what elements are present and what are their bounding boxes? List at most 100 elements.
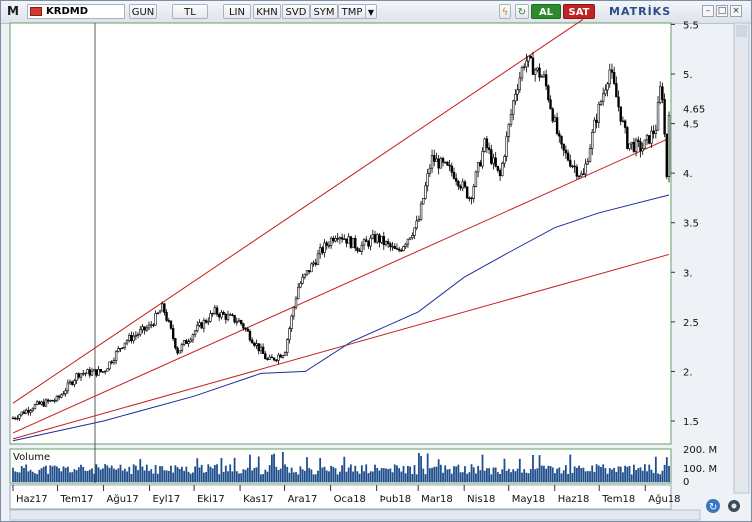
candle-body bbox=[29, 410, 32, 413]
candle-body bbox=[82, 373, 85, 375]
volume-bar bbox=[341, 465, 343, 482]
candle-body bbox=[297, 286, 300, 300]
candle-body bbox=[555, 117, 559, 134]
candle-body bbox=[424, 185, 427, 199]
gear-icon[interactable] bbox=[728, 500, 740, 512]
candle-body bbox=[226, 314, 230, 320]
candle-body bbox=[88, 369, 91, 376]
volume-bar bbox=[257, 456, 260, 482]
candle-body bbox=[362, 239, 366, 246]
horizontal-scrollbar[interactable] bbox=[9, 509, 701, 521]
volume-bar bbox=[128, 466, 131, 482]
candle-body bbox=[288, 328, 291, 340]
volume-bar bbox=[238, 473, 240, 482]
candle-body bbox=[255, 343, 258, 346]
candle-body bbox=[147, 324, 151, 329]
volume-bar bbox=[246, 467, 249, 482]
volume-bar bbox=[650, 469, 653, 482]
volume-bar bbox=[260, 474, 262, 482]
time-tick-label: Ara17 bbox=[288, 494, 318, 505]
candle-body bbox=[365, 239, 368, 242]
volume-bar bbox=[347, 467, 350, 482]
volume-bar bbox=[648, 464, 651, 482]
candle-body bbox=[11, 417, 15, 420]
candle-body bbox=[323, 242, 326, 254]
candle-body bbox=[167, 320, 170, 322]
candle-body bbox=[250, 339, 254, 344]
candle-body bbox=[160, 303, 164, 312]
volume-bar bbox=[457, 464, 460, 482]
volume-bar bbox=[200, 464, 203, 482]
volume-bar bbox=[34, 473, 36, 482]
candle-body bbox=[292, 307, 296, 317]
candle-body bbox=[661, 86, 664, 100]
price-chart[interactable]: 1.5 2. 2.5 3. 3.5 4. 4.5 5. 5.5 4.65 200. M 100. M… bbox=[1, 1, 751, 521]
candle-body bbox=[637, 139, 640, 142]
volume-bar bbox=[617, 466, 620, 482]
volume-bar bbox=[288, 472, 291, 482]
volume-bar bbox=[167, 470, 170, 482]
settings-icon[interactable]: ↻ bbox=[706, 499, 720, 513]
volume-bar bbox=[161, 466, 164, 482]
volume-bar bbox=[292, 472, 295, 482]
volume-bar bbox=[339, 471, 341, 482]
candle-body bbox=[51, 399, 54, 402]
volume-bar bbox=[461, 472, 464, 482]
volume-bar bbox=[176, 467, 179, 482]
candle-body bbox=[522, 66, 526, 68]
candle-body bbox=[465, 186, 469, 199]
candle-body bbox=[294, 298, 298, 308]
volume-bar bbox=[586, 471, 589, 482]
price-axis: 1.5 2. 2.5 3. 3.5 4. 4.5 5. 5.5 4.65 bbox=[671, 20, 705, 428]
vertical-scrollbar[interactable] bbox=[733, 22, 750, 494]
volume-bar bbox=[141, 466, 144, 482]
candle-body bbox=[31, 408, 34, 411]
volume-bar bbox=[192, 472, 194, 482]
candle-body bbox=[588, 148, 592, 162]
candle bbox=[501, 161, 504, 177]
candle-body bbox=[536, 67, 539, 71]
candle bbox=[419, 200, 423, 221]
candle-body bbox=[268, 356, 271, 360]
candle-body bbox=[95, 369, 98, 376]
volume-bar bbox=[253, 467, 256, 482]
volume-bar bbox=[330, 465, 333, 482]
volume-bar bbox=[490, 474, 493, 482]
candle-body bbox=[591, 131, 594, 149]
volume-bar bbox=[317, 470, 319, 482]
candle-body bbox=[639, 141, 642, 152]
volume-bar bbox=[470, 464, 473, 482]
candle-body bbox=[571, 165, 574, 168]
candle-body bbox=[446, 161, 449, 166]
volume-bar bbox=[606, 473, 609, 482]
candle-body bbox=[259, 346, 263, 352]
volume-bar bbox=[251, 470, 254, 482]
candle-body bbox=[404, 243, 407, 247]
candle-body bbox=[490, 149, 493, 164]
candle-body bbox=[582, 173, 585, 176]
volume-bar bbox=[523, 469, 526, 482]
candle-body bbox=[66, 382, 70, 392]
volume-bar bbox=[268, 465, 271, 482]
candle bbox=[33, 403, 37, 410]
volume-bar bbox=[321, 467, 324, 482]
candle-body bbox=[659, 86, 662, 103]
candle-body bbox=[422, 198, 425, 205]
volume-bar bbox=[218, 474, 221, 482]
candle bbox=[465, 186, 469, 200]
volume-bar bbox=[411, 473, 414, 482]
scroll-up-icon[interactable] bbox=[736, 25, 747, 37]
candle-body bbox=[22, 411, 26, 414]
volume-bar bbox=[150, 469, 153, 482]
candle-body bbox=[261, 346, 265, 354]
price-tick-label: 2.5 bbox=[683, 318, 699, 329]
volume-bar bbox=[174, 465, 177, 482]
volume-bar bbox=[277, 470, 280, 482]
candle-body bbox=[38, 401, 41, 405]
volume-bar bbox=[455, 466, 458, 482]
volume-bar bbox=[106, 465, 109, 482]
candle-body bbox=[231, 314, 234, 316]
candle-body bbox=[312, 262, 315, 265]
volume-bar bbox=[244, 469, 247, 482]
volume-bar bbox=[446, 469, 449, 482]
